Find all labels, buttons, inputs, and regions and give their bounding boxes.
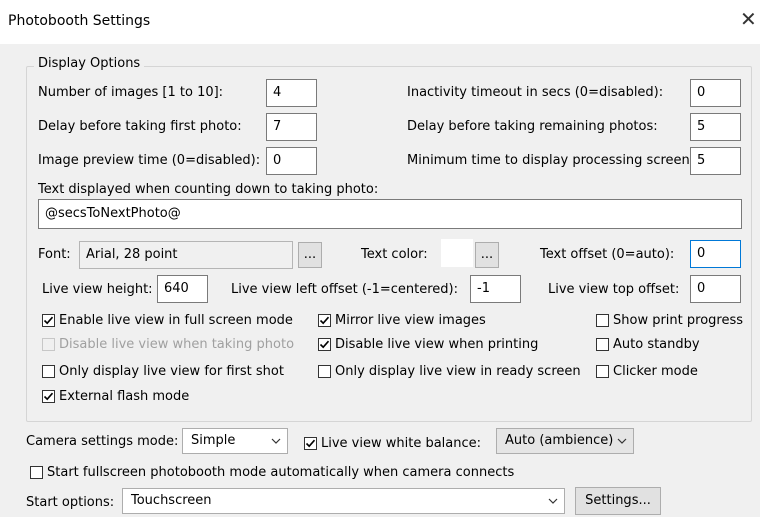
checkbox-label: External flash mode — [59, 388, 190, 404]
font-display: Arial, 28 point — [79, 241, 293, 269]
text-offset-input[interactable]: 0 — [690, 240, 741, 268]
lv-top-label: Live view top offset: — [548, 282, 680, 297]
checkbox-label: Auto standby — [613, 336, 700, 352]
enable-fullscreen-liveview-checkbox[interactable]: Enable live view in full screen mode — [42, 311, 293, 329]
checkbox-square — [596, 364, 609, 378]
delay-remaining-input[interactable]: 5 — [690, 113, 741, 141]
checkbox-label: Show print progress — [613, 312, 744, 328]
liveview-first-shot-checkbox[interactable]: Only display live view for first shot — [42, 362, 284, 380]
close-icon[interactable]: ✕ — [740, 9, 757, 29]
checkbox-square — [42, 364, 55, 378]
checkbox-label: Disable live view when taking photo — [59, 336, 295, 352]
min-processing-input[interactable]: 5 — [690, 147, 741, 175]
checkbox-label: Only display live view in ready screen — [335, 363, 581, 379]
lv-height-label: Live view height: — [42, 282, 153, 297]
font-browse-button[interactable]: ... — [298, 242, 322, 268]
delay-first-label: Delay before taking first photo: — [38, 119, 242, 134]
chevron-down-icon — [548, 489, 558, 513]
checkmark-icon — [318, 337, 331, 351]
lv-height-input[interactable]: 640 — [157, 275, 208, 303]
num-images-input[interactable]: 4 — [266, 79, 317, 107]
checkbox-square — [596, 337, 609, 351]
font-label: Font: — [38, 247, 71, 262]
show-print-progress-checkbox[interactable]: Show print progress — [596, 311, 743, 329]
checkbox-square — [596, 313, 609, 327]
num-images-label: Number of images [1 to 10]: — [38, 85, 224, 100]
preview-time-label: Image preview time (0=disabled): — [38, 153, 261, 168]
text-color-label: Text color: — [361, 247, 428, 262]
auto-standby-checkbox[interactable]: Auto standby — [596, 335, 700, 353]
countdown-text-label: Text displayed when counting down to tak… — [38, 182, 379, 197]
start-options-label: Start options: — [26, 495, 115, 510]
inactivity-label: Inactivity timeout in secs (0=disabled): — [407, 85, 664, 100]
external-flash-checkbox[interactable]: External flash mode — [42, 387, 189, 405]
white-balance-select[interactable]: Auto (ambience) — [496, 428, 634, 454]
checkbox-label: Live view white balance: — [321, 435, 482, 451]
checkbox-label: Start fullscreen photobooth mode automat… — [47, 464, 515, 480]
checkmark-icon — [318, 313, 331, 327]
mirror-liveview-checkbox[interactable]: Mirror live view images — [318, 311, 486, 329]
text-color-swatch — [441, 239, 473, 267]
checkmark-icon — [42, 313, 55, 327]
chevron-down-icon — [271, 429, 281, 453]
liveview-white-balance-checkbox[interactable]: Live view white balance: — [304, 434, 481, 452]
disable-liveview-printing-checkbox[interactable]: Disable live view when printing — [318, 335, 538, 353]
checkbox-label: Only display live view for first shot — [59, 363, 284, 379]
lv-top-input[interactable]: 0 — [690, 275, 741, 303]
min-processing-label: Minimum time to display processing scree… — [407, 153, 695, 168]
camera-mode-select[interactable]: Simple — [182, 428, 288, 454]
white-balance-value: Auto (ambience) — [505, 433, 614, 448]
delay-remaining-label: Delay before taking remaining photos: — [407, 119, 658, 134]
countdown-text-input[interactable]: @secsToNextPhoto@ — [38, 199, 742, 229]
delay-first-input[interactable]: 7 — [266, 113, 317, 141]
checkbox-label: Clicker mode — [613, 363, 698, 379]
liveview-ready-screen-checkbox[interactable]: Only display live view in ready screen — [318, 362, 581, 380]
start-options-value: Touchscreen — [131, 493, 212, 508]
checkbox-square — [42, 337, 55, 351]
inactivity-input[interactable]: 0 — [690, 79, 741, 107]
camera-mode-value: Simple — [191, 433, 236, 448]
checkbox-square — [318, 364, 331, 378]
autostart-fullscreen-checkbox[interactable]: Start fullscreen photobooth mode automat… — [30, 463, 514, 481]
checkbox-label: Disable live view when printing — [335, 336, 539, 352]
display-options-legend: Display Options — [34, 56, 145, 71]
lv-left-input[interactable]: -1 — [470, 275, 521, 303]
checkmark-icon — [42, 389, 55, 403]
text-color-browse-button[interactable]: ... — [475, 242, 499, 268]
disable-liveview-taking-photo-checkbox: Disable live view when taking photo — [42, 335, 294, 353]
text-offset-label: Text offset (0=auto): — [540, 247, 675, 262]
start-settings-button[interactable]: Settings... — [575, 487, 661, 515]
lv-left-label: Live view left offset (-1=centered): — [231, 282, 459, 297]
checkmark-icon — [304, 436, 317, 450]
preview-time-input[interactable]: 0 — [266, 147, 317, 175]
checkbox-label: Enable live view in full screen mode — [59, 312, 293, 328]
camera-mode-label: Camera settings mode: — [26, 434, 179, 449]
clicker-mode-checkbox[interactable]: Clicker mode — [596, 362, 698, 380]
checkbox-label: Mirror live view images — [335, 312, 486, 328]
window-title: Photobooth Settings — [8, 13, 151, 29]
start-options-select[interactable]: Touchscreen — [122, 488, 565, 514]
chevron-down-icon — [617, 429, 627, 453]
checkbox-square — [30, 465, 43, 479]
